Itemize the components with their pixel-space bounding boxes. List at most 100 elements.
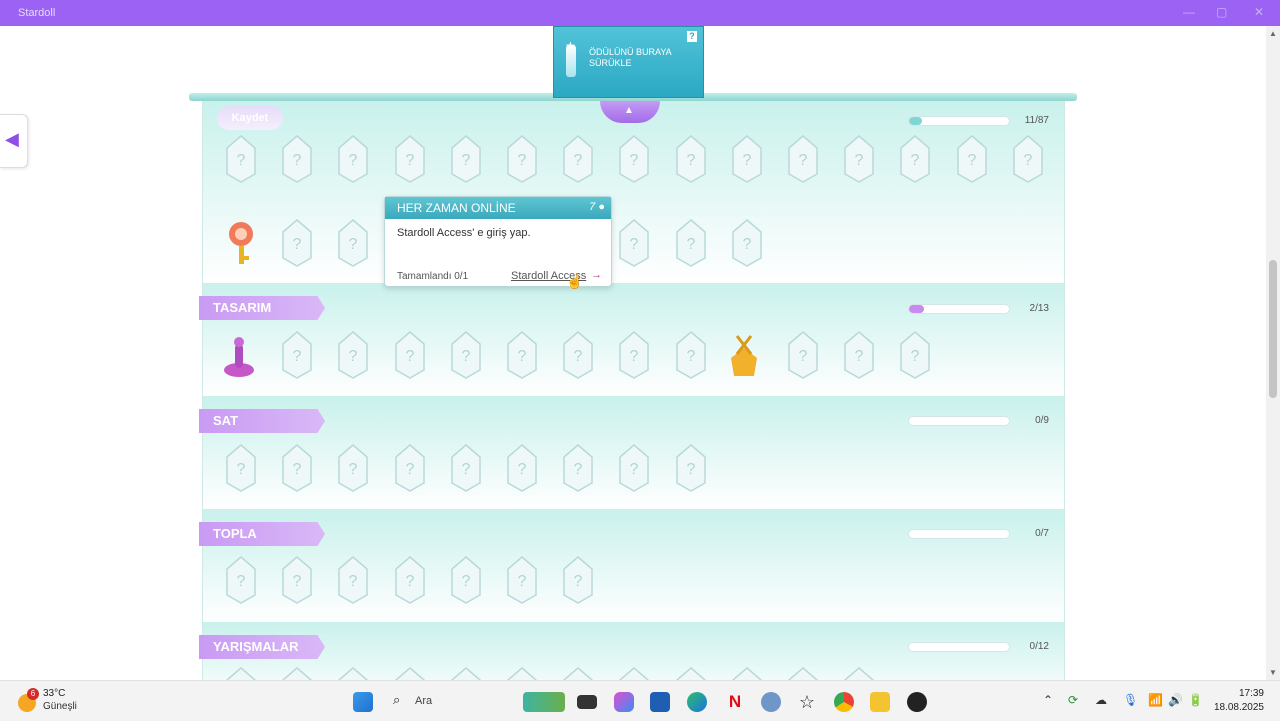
cloud-icon[interactable]: ☁	[1095, 693, 1107, 707]
store-icon[interactable]	[650, 692, 670, 712]
empty-award-slot[interactable]: ?	[898, 134, 932, 184]
section-label: TASARIM	[199, 296, 325, 320]
empty-award-slot[interactable]: ?	[393, 555, 427, 605]
save-button[interactable]: Kaydet	[217, 106, 283, 130]
empty-award-slot[interactable]: ?	[617, 330, 651, 380]
tooltip-title: HER ZAMAN ONLİNE	[385, 197, 611, 219]
empty-award-slot[interactable]: ?	[786, 330, 820, 380]
sewing-award-icon[interactable]	[222, 330, 256, 380]
empty-award-slot[interactable]: ?	[730, 134, 764, 184]
taskbar-search[interactable]: ⌕ Ara	[387, 689, 512, 713]
key-award-icon[interactable]	[224, 218, 258, 268]
scrollbar-thumb[interactable]	[1269, 260, 1277, 398]
empty-award-slot[interactable]: ?	[898, 330, 932, 380]
empty-award-slot[interactable]: ?	[561, 330, 595, 380]
empty-award-slot[interactable]: ?	[224, 134, 258, 184]
empty-award-slot[interactable]: ?	[224, 443, 258, 493]
progress-count: 0/9	[1035, 415, 1049, 426]
chrome-icon[interactable]	[834, 692, 854, 712]
empty-award-slot[interactable]: ?	[505, 443, 539, 493]
empty-award-slot[interactable]: ?	[336, 134, 370, 184]
system-clock[interactable]: 17:39 18.08.2025	[1210, 687, 1264, 715]
svg-text:?: ?	[967, 152, 976, 169]
svg-text:?: ?	[574, 461, 583, 478]
close-button[interactable]: ✕	[1254, 5, 1264, 19]
svg-text:?: ?	[349, 236, 358, 253]
award-dropzone[interactable]: ★ ÖDÜLÜNÜ BURAYA SÜRÜKLE ?	[553, 26, 704, 98]
minimize-button[interactable]: —	[1183, 5, 1195, 19]
copilot-icon[interactable]	[614, 692, 634, 712]
empty-award-slot[interactable]: ?	[280, 443, 314, 493]
stardoll-app-icon[interactable]: ☆	[797, 692, 817, 712]
empty-award-slot[interactable]: ?	[674, 134, 708, 184]
empty-award-slot[interactable]: ?	[505, 330, 539, 380]
scroll-up-icon[interactable]: ▲	[1269, 29, 1277, 38]
dropzone-text: ÖDÜLÜNÜ BURAYA SÜRÜKLE	[589, 47, 672, 68]
vertical-scrollbar[interactable]: ▲ ▼	[1266, 26, 1280, 680]
maximize-button[interactable]: ▢	[1216, 5, 1227, 19]
empty-award-slot[interactable]: ?	[842, 134, 876, 184]
empty-award-slot[interactable]: ?	[561, 555, 595, 605]
svg-text:?: ?	[686, 152, 695, 169]
search-input[interactable]: Ara	[415, 695, 432, 707]
folder-icon[interactable]	[870, 692, 890, 712]
empty-award-slot[interactable]: ?	[393, 443, 427, 493]
back-button[interactable]: ◀	[0, 114, 28, 168]
empty-award-slot[interactable]: ?	[280, 218, 314, 268]
tooltip-completed: Tamamlandı 0/1	[397, 271, 469, 282]
chevron-up-icon[interactable]: ⌃	[1043, 693, 1053, 707]
empty-award-slot[interactable]: ?	[336, 330, 370, 380]
help-icon[interactable]: ?	[687, 31, 697, 42]
empty-award-slot[interactable]: ?	[224, 555, 258, 605]
empty-award-slot[interactable]: ?	[955, 134, 989, 184]
edge-icon[interactable]	[687, 692, 707, 712]
sync-icon[interactable]: ⟳	[1068, 693, 1078, 707]
empty-award-slot[interactable]: ?	[393, 134, 427, 184]
svg-text:?: ?	[855, 152, 864, 169]
empty-award-slot[interactable]: ?	[280, 330, 314, 380]
wifi-icon[interactable]: 📶	[1148, 693, 1163, 707]
svg-text:?: ?	[461, 461, 470, 478]
progress-count: 0/12	[1029, 641, 1049, 652]
empty-award-slot[interactable]: ?	[336, 555, 370, 605]
empty-award-slot[interactable]: ?	[449, 555, 483, 605]
empty-award-slot[interactable]: ?	[561, 134, 595, 184]
svg-text:?: ?	[293, 348, 302, 365]
empty-award-slot[interactable]: ?	[505, 555, 539, 605]
microphone-icon[interactable]: 🎙	[1123, 693, 1138, 707]
globe-icon[interactable]	[761, 692, 781, 712]
empty-award-slot[interactable]: ?	[786, 134, 820, 184]
file-explorer-icon[interactable]	[577, 695, 597, 709]
widget-image-icon[interactable]	[523, 692, 565, 712]
empty-award-slot[interactable]: ?	[1011, 134, 1045, 184]
empty-award-slot[interactable]: ?	[393, 330, 427, 380]
empty-award-slot[interactable]: ?	[674, 330, 708, 380]
battery-icon[interactable]: 🔋	[1188, 693, 1203, 707]
svg-text:?: ?	[293, 152, 302, 169]
empty-award-slot[interactable]: ?	[336, 443, 370, 493]
coin-icon: ●	[598, 201, 605, 213]
empty-award-slot[interactable]: ?	[617, 443, 651, 493]
empty-award-slot[interactable]: ?	[505, 134, 539, 184]
empty-award-slot[interactable]: ?	[730, 218, 764, 268]
empty-award-slot[interactable]: ?	[336, 218, 370, 268]
scissors-award-icon[interactable]	[727, 330, 761, 380]
tooltip-description: Stardoll Access' e giriş yap.	[397, 227, 531, 239]
empty-award-slot[interactable]: ?	[674, 218, 708, 268]
empty-award-slot[interactable]: ?	[842, 330, 876, 380]
empty-award-slot[interactable]: ?	[449, 443, 483, 493]
empty-award-slot[interactable]: ?	[449, 134, 483, 184]
volume-icon[interactable]: 🔊	[1168, 693, 1183, 707]
netflix-icon[interactable]: N	[725, 692, 745, 712]
obs-icon[interactable]	[907, 692, 927, 712]
empty-award-slot[interactable]: ?	[617, 134, 651, 184]
empty-award-slot[interactable]: ?	[280, 555, 314, 605]
svg-text:?: ?	[518, 152, 527, 169]
empty-award-slot[interactable]: ?	[449, 330, 483, 380]
empty-award-slot[interactable]: ?	[561, 443, 595, 493]
empty-award-slot[interactable]: ?	[280, 134, 314, 184]
empty-award-slot[interactable]: ?	[674, 443, 708, 493]
scroll-down-icon[interactable]: ▼	[1269, 668, 1277, 677]
windows-start-icon[interactable]	[353, 692, 373, 712]
empty-award-slot[interactable]: ?	[617, 218, 651, 268]
